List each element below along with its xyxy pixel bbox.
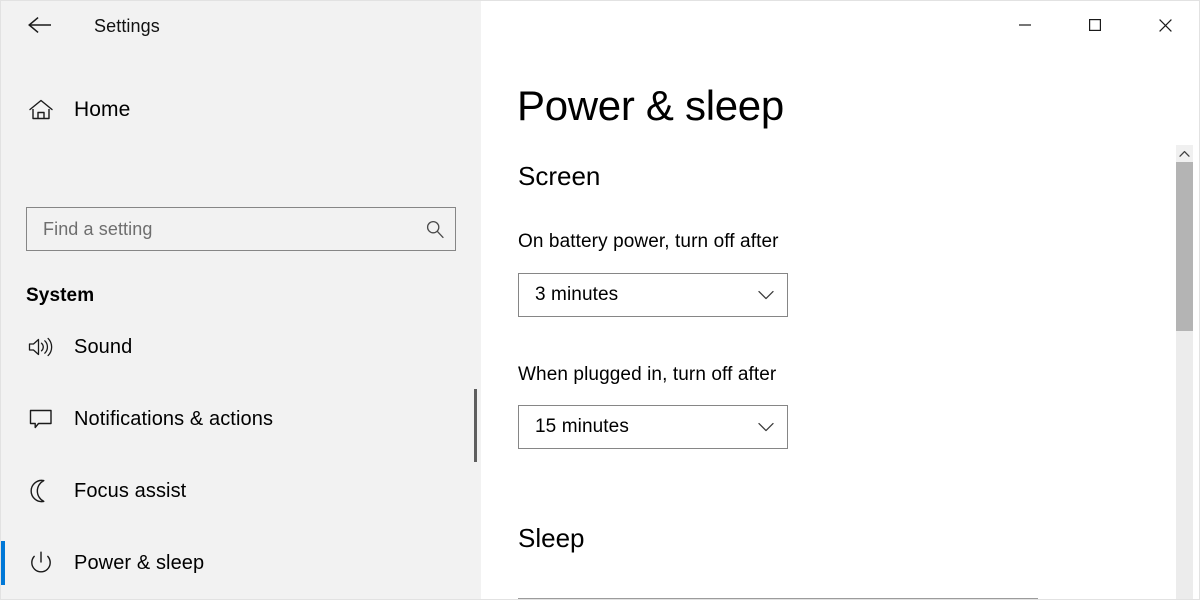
speaker-icon: [26, 335, 56, 359]
chevron-down-icon: [745, 290, 787, 301]
search-input[interactable]: Find a setting: [26, 207, 456, 251]
content-scrollbar-track[interactable]: [1176, 331, 1193, 599]
dropdown-on-battery-power-turn-off-after[interactable]: 3 minutes: [518, 273, 788, 317]
sidebar-item-power-and-sleep[interactable]: Power & sleep: [1, 527, 481, 599]
back-arrow-icon: [28, 16, 51, 34]
selection-indicator: [1, 469, 5, 513]
sidebar-group-header: System: [26, 285, 95, 306]
title-bar: Settings: [1, 1, 1199, 49]
minimize-icon: [1019, 24, 1031, 26]
selection-indicator: [1, 325, 5, 369]
dropdown-value: 3 minutes: [535, 284, 619, 305]
selection-indicator: [1, 397, 5, 441]
dropdown-when-plugged-in-turn-off-after[interactable]: 15 minutes: [518, 405, 788, 449]
moon-icon: [26, 478, 56, 504]
window-title: Settings: [94, 16, 160, 36]
sidebar-item-label: Notifications & actions: [74, 407, 274, 430]
sidebar: Home Find a setting System Sound Notific…: [1, 49, 481, 599]
cut-off-content-edge: [518, 598, 1038, 599]
field-label-on-battery-power: On battery power, turn off after: [518, 231, 779, 252]
speech-bubble-icon: [26, 407, 56, 431]
settings-window: Settings Home Find a setting System Soun…: [0, 0, 1200, 600]
back-button[interactable]: [17, 5, 63, 45]
content-scrollbar[interactable]: [1176, 145, 1193, 599]
chevron-down-icon: [745, 422, 787, 433]
home-icon: [26, 98, 56, 122]
section-heading-screen: Screen: [518, 161, 601, 191]
search-icon[interactable]: [415, 219, 455, 239]
sidebar-item-label: Sound: [74, 335, 133, 358]
content-scrollbar-thumb[interactable]: [1176, 162, 1193, 331]
sidebar-item-sound[interactable]: Sound: [1, 311, 481, 383]
search-placeholder-text: Find a setting: [43, 218, 153, 239]
scroll-up-button[interactable]: [1176, 145, 1193, 162]
minimize-button[interactable]: [1002, 9, 1048, 41]
sidebar-scrollbar-thumb[interactable]: [474, 389, 477, 462]
maximize-button[interactable]: [1072, 9, 1118, 41]
close-button[interactable]: [1142, 9, 1188, 41]
power-icon: [26, 550, 56, 576]
sidebar-item-home[interactable]: Home: [1, 87, 481, 133]
sidebar-item-label: Power & sleep: [74, 551, 205, 574]
close-icon: [1158, 18, 1172, 32]
sidebar-item-home-label: Home: [74, 98, 131, 121]
selection-indicator: [1, 541, 5, 585]
main-content: Power & sleep Screen On battery power, t…: [481, 49, 1199, 599]
title-bar-left-pane: [1, 1, 481, 49]
sidebar-item-label: Focus assist: [74, 479, 187, 502]
dropdown-value: 15 minutes: [535, 416, 629, 437]
sidebar-item-notifications-and-actions[interactable]: Notifications & actions: [1, 383, 481, 455]
section-heading-sleep: Sleep: [518, 523, 585, 553]
sidebar-nav-list: Sound Notifications & actions Focus assi…: [1, 311, 481, 599]
maximize-icon: [1089, 19, 1101, 31]
chevron-up-icon: [1179, 150, 1190, 157]
field-label-when-plugged-in: When plugged in, turn off after: [518, 364, 777, 385]
sidebar-item-focus-assist[interactable]: Focus assist: [1, 455, 481, 527]
page-title: Power & sleep: [517, 82, 784, 129]
